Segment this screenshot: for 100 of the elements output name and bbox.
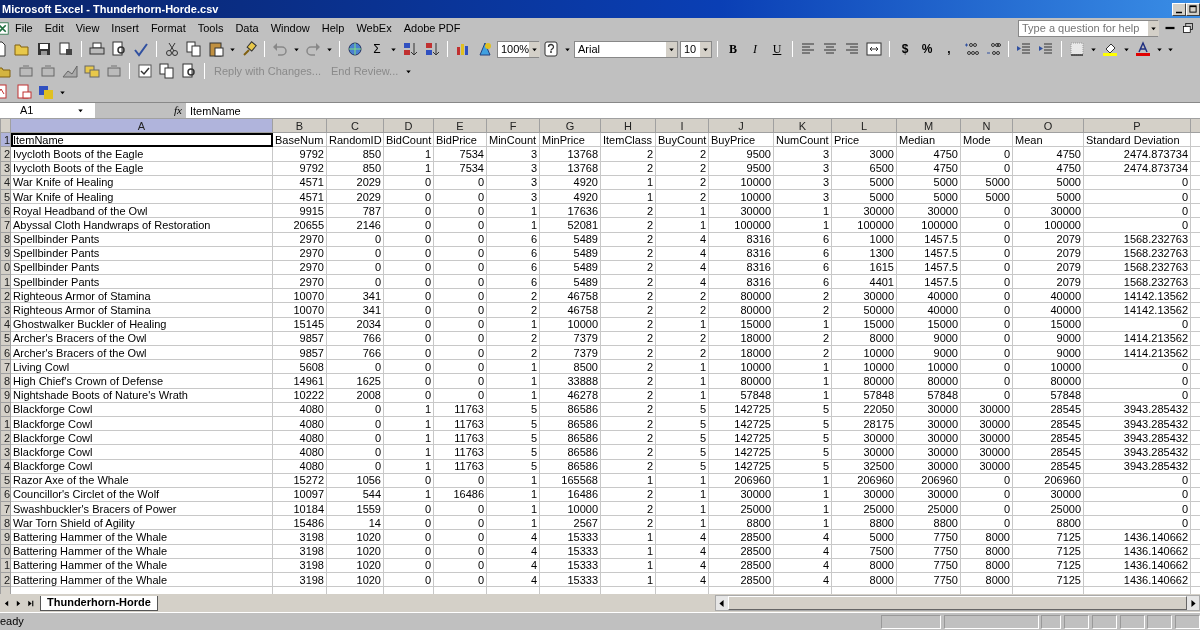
table-cell: 28545 [1012, 459, 1084, 474]
table-cell: 10000 [708, 189, 774, 204]
table-cell: 80000 [708, 373, 774, 389]
table-cell: 0 [383, 388, 434, 403]
percent-button[interactable]: % [917, 39, 937, 59]
insert-function-button[interactable]: fx [96, 103, 186, 118]
table-cell: MinCount [486, 132, 540, 147]
checkbox-button[interactable] [135, 61, 155, 81]
table-cell: 4 [486, 529, 540, 545]
table-cell: 40000 [896, 288, 961, 303]
horizontal-scrollbar[interactable] [715, 595, 1200, 611]
menu-item[interactable]: File [9, 20, 39, 36]
align-center-icon [822, 41, 838, 57]
menu-item[interactable]: WebEx [350, 20, 398, 36]
row-header: 6 [0, 487, 11, 502]
menu-item[interactable]: Help [315, 20, 351, 36]
row-header: 6 [0, 345, 11, 360]
menu-item[interactable]: Data [229, 20, 265, 36]
table-cell: 2 [600, 274, 656, 289]
table-cell: 10070 [272, 302, 327, 318]
table-cell: 3943.285432 [1083, 459, 1191, 474]
table-cell: 0 [433, 558, 487, 573]
sheet-tab[interactable]: Thunderhorn-Horde [40, 595, 158, 611]
table-cell: 0 [960, 146, 1013, 162]
globe-link-button[interactable] [345, 39, 365, 59]
table-cell: ItemName [10, 132, 273, 147]
copy-button[interactable] [184, 39, 204, 59]
table-cell: 30000 [960, 444, 1013, 459]
table-cell: 1 [486, 317, 540, 332]
table-cell: 0 [383, 317, 434, 332]
menu-item[interactable]: Insert [105, 20, 145, 36]
clipboard-button[interactable] [206, 39, 226, 59]
table-cell: 1 [383, 430, 434, 445]
table-cell: 0 [433, 317, 487, 332]
table-cell: Median [896, 132, 961, 147]
help-button[interactable] [541, 39, 561, 59]
table-cell: 30000 [960, 459, 1013, 474]
table-cell: 3943.285432 [1083, 416, 1191, 431]
table-cell: 5000 [960, 175, 1013, 190]
table-cell: 1056 [326, 473, 384, 488]
table-cell: 15000 [1012, 317, 1084, 332]
table-cell: 2029 [326, 189, 384, 204]
minimize-button[interactable] [1172, 2, 1186, 16]
bold-button[interactable]: B [723, 39, 743, 59]
table-cell: 2034 [326, 317, 384, 332]
italic-button[interactable]: I [745, 39, 765, 59]
comma-style-button[interactable]: , [939, 39, 959, 59]
table-cell: 40000 [896, 302, 961, 318]
menu-item[interactable]: Edit [38, 20, 70, 36]
table-cell: 3198 [272, 529, 327, 545]
table-cell: 15145 [272, 317, 327, 332]
table-cell: 10184 [272, 501, 327, 516]
table-cell: 15333 [539, 558, 601, 573]
table-cell: 1 [655, 388, 709, 403]
copy-button[interactable] [157, 61, 177, 81]
table-cell: 15486 [272, 515, 327, 530]
table-cell: 7125 [1012, 572, 1084, 587]
row-header: 3 [0, 302, 11, 318]
table-cell: 30000 [708, 203, 774, 218]
pdf-email-button[interactable] [14, 82, 34, 102]
table-cell: 0 [960, 161, 1013, 176]
restore-icon [1182, 22, 1194, 34]
zoom-dropdown[interactable]: 100% [497, 40, 539, 58]
table-cell: 4080 [272, 402, 327, 417]
table-cell: 1436.140662 [1083, 572, 1191, 587]
maximize-button[interactable] [1186, 2, 1200, 16]
table-cell: 15333 [539, 529, 601, 545]
table-cell: 86586 [539, 402, 601, 417]
table-cell: 40000 [1012, 288, 1084, 303]
table-cell: 0 [960, 232, 1013, 247]
table-cell: 30000 [960, 402, 1013, 417]
font-size-dropdown[interactable]: 10 [680, 40, 712, 58]
table-cell: 15333 [539, 544, 601, 559]
menu-item[interactable]: Window [264, 20, 316, 36]
help-search-field[interactable]: Type a question for help [1018, 19, 1158, 37]
table-cell: 1 [486, 373, 540, 389]
table-cell: 22050 [831, 402, 897, 417]
window-title: Microsoft Excel - Thunderhorn-Horde.csv [2, 1, 219, 17]
table-cell: Ghostwalker Buckler of Healing [10, 317, 273, 332]
font-dropdown[interactable]: Arial [574, 40, 678, 58]
menu-item[interactable]: Tools [191, 20, 230, 36]
table-cell: 1020 [326, 529, 384, 545]
menu-item[interactable]: Adobe PDF [397, 20, 467, 36]
table-cell: 14 [326, 515, 384, 530]
table-cell: 1 [773, 373, 832, 389]
table-cell: 2 [600, 232, 656, 247]
currency-button[interactable]: $ [895, 39, 915, 59]
table-cell: 0 [433, 544, 487, 559]
menu-item[interactable]: View [69, 20, 106, 36]
autosum-button[interactable]: Σ [367, 39, 387, 59]
merge-center-button[interactable] [864, 39, 884, 59]
borders-icon [1069, 41, 1085, 57]
table-cell: 1568.232763 [1083, 246, 1191, 261]
column-header: C [326, 118, 384, 133]
table-cell: 4080 [272, 459, 327, 474]
menu-item[interactable]: Format [144, 20, 192, 36]
increase-decimal-icon [963, 41, 979, 57]
underline-button[interactable]: U [767, 39, 787, 59]
table-cell: 3 [486, 189, 540, 204]
font-color-button[interactable] [1133, 39, 1153, 59]
